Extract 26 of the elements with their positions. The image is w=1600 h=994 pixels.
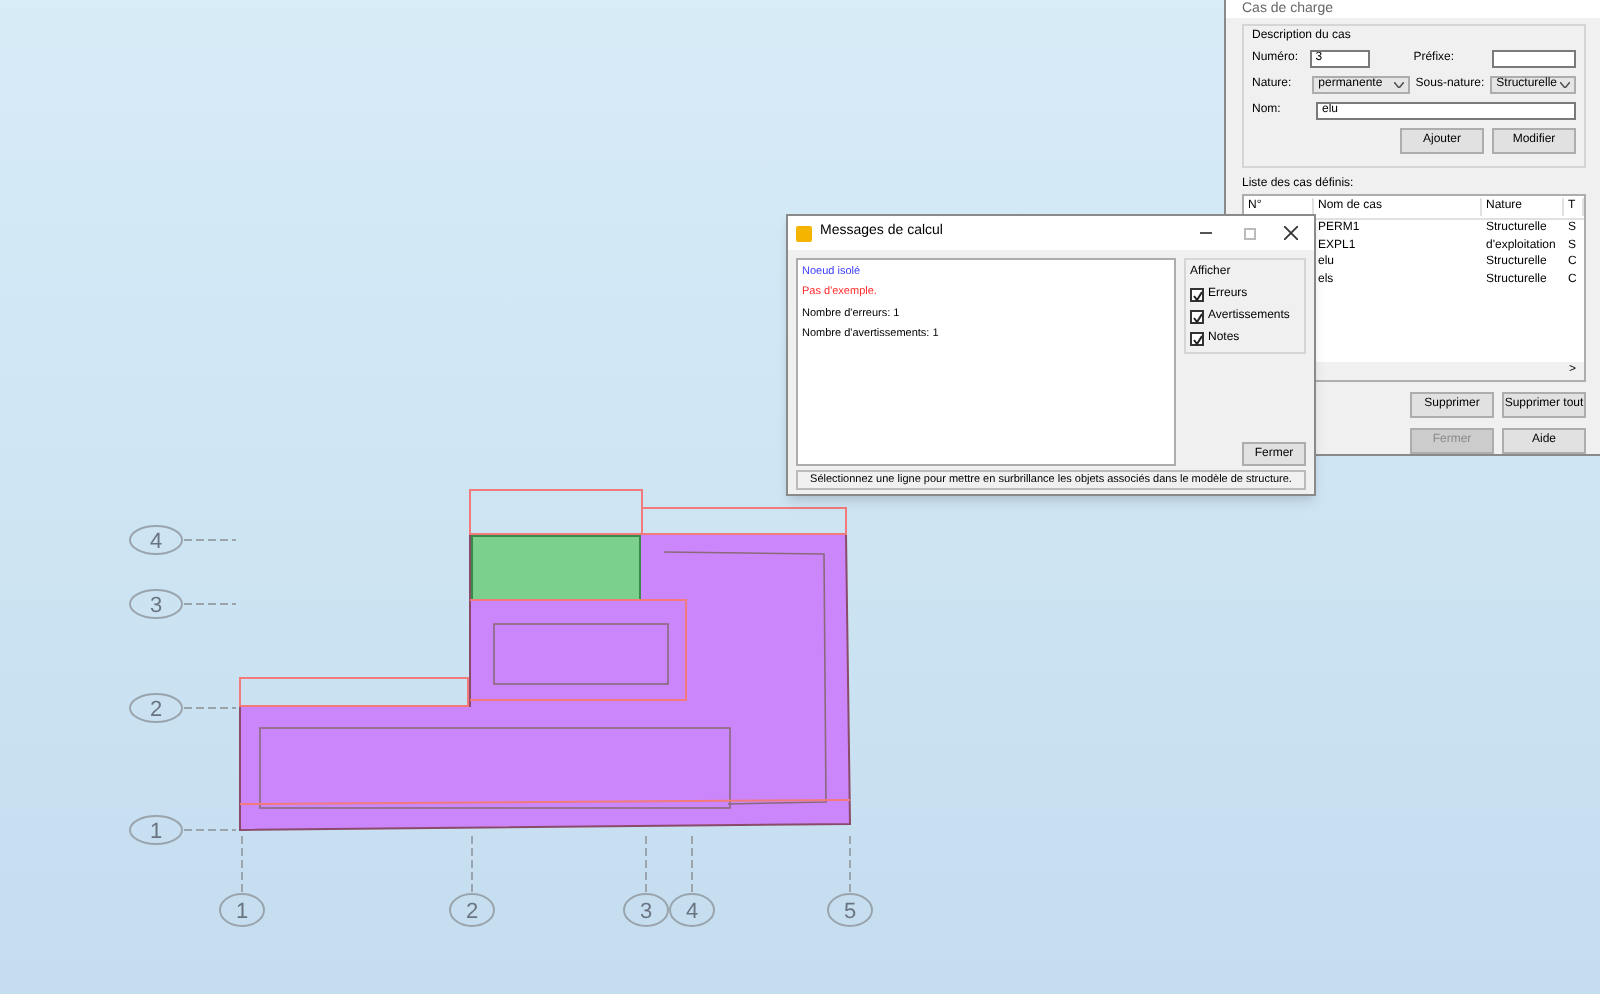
grid-axis-marker: 1 xyxy=(219,893,265,927)
grid-axis-marker: 2 xyxy=(449,893,495,927)
grid-axis-marker: 3 xyxy=(129,589,183,619)
grid-line xyxy=(183,603,237,605)
prefix-field[interactable] xyxy=(1492,50,1576,68)
grid-axis-marker: 2 xyxy=(129,693,183,723)
grid-axis-marker: 4 xyxy=(129,525,183,555)
grid-axis-marker: 3 xyxy=(623,893,669,927)
grid-axis-marker: 1 xyxy=(129,815,183,845)
grid-line xyxy=(645,835,647,893)
grid-line xyxy=(849,835,851,893)
checkbox[interactable] xyxy=(1190,332,1204,346)
app-logo-icon xyxy=(796,225,812,241)
checkbox[interactable] xyxy=(1190,288,1204,302)
grid-axis-marker: 5 xyxy=(827,893,873,927)
grid-line xyxy=(183,539,237,541)
grid-line xyxy=(183,707,237,709)
grid-line xyxy=(241,835,243,893)
checkbox[interactable] xyxy=(1190,310,1204,324)
grid-line xyxy=(471,835,473,893)
chevron-icon xyxy=(1393,82,1404,88)
chevron-icon xyxy=(1560,82,1570,88)
grid-axis-marker: 4 xyxy=(669,893,715,927)
grid-line xyxy=(691,835,693,893)
close-icon[interactable] xyxy=(1284,226,1298,240)
grid-line xyxy=(183,829,237,831)
